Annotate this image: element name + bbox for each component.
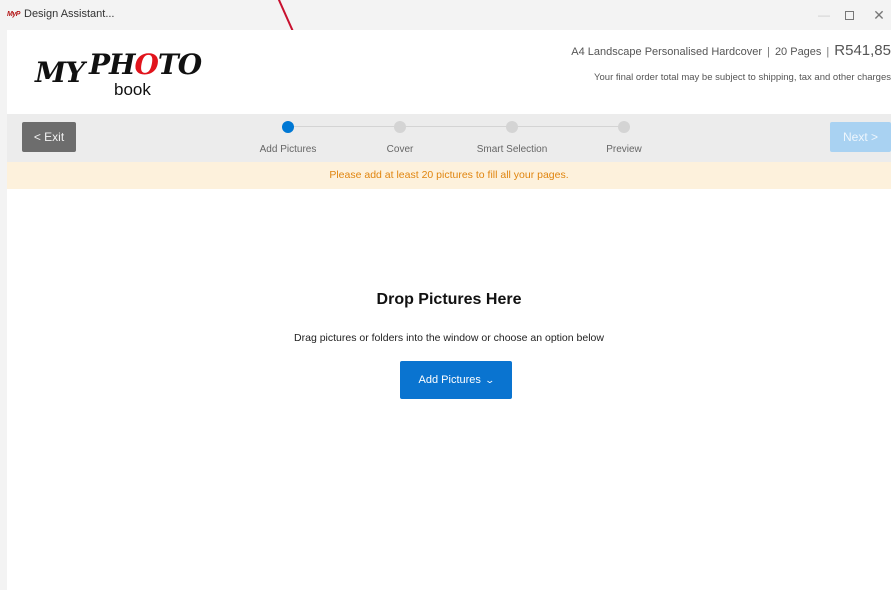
logo-photo: PHOTO [89, 48, 202, 81]
step-dot-cover[interactable] [394, 121, 406, 133]
product-name: A4 Landscape Personalised Hardcover [571, 46, 763, 58]
page-count: 20 Pages [774, 46, 822, 58]
add-pictures-label: Add Pictures [418, 374, 481, 386]
chevron-down-icon: ⌄ [484, 375, 495, 385]
logo-book: book [114, 80, 151, 99]
myphotobook-logo: MY PHOTO book [35, 44, 202, 104]
drop-zone-subtitle: Drag pictures or folders into the window… [294, 332, 604, 344]
close-icon[interactable]: ✕ [868, 4, 890, 26]
drop-zone-title: Drop Pictures Here [376, 291, 522, 308]
add-pictures-button[interactable]: Add Pictures ⌄ [400, 361, 512, 399]
price: R541,85 [834, 42, 891, 59]
shipping-note: Your final order total may be subject to… [594, 72, 891, 83]
step-dot-add-pictures[interactable] [282, 121, 294, 133]
step-label-cover[interactable]: Cover [350, 144, 450, 155]
window-title: Design Assistant... [24, 8, 115, 20]
main-window: MY PHOTO book A4 Landscape Personalised … [7, 30, 891, 590]
separator: | [826, 46, 830, 58]
step-dot-smart-selection[interactable] [506, 121, 518, 133]
step-dot-preview[interactable] [618, 121, 630, 133]
warning-banner: Please add at least 20 pictures to fill … [7, 162, 891, 189]
step-label-preview[interactable]: Preview [574, 144, 674, 155]
logo-my: MY [35, 56, 85, 89]
step-bar: < Exit Add Pictures Cover Smart Selectio… [7, 114, 891, 162]
separator: | [767, 46, 770, 58]
step-track [287, 126, 623, 127]
next-button[interactable]: Next > [830, 122, 891, 152]
header: MY PHOTO book A4 Landscape Personalised … [7, 30, 891, 114]
step-label-smart-selection[interactable]: Smart Selection [462, 144, 562, 155]
minimize-icon[interactable]: — [813, 4, 835, 26]
title-bar: MyP Design Assistant... — ✕ [0, 0, 891, 30]
order-summary: A4 Landscape Personalised Hardcover | 20 P… [571, 42, 891, 59]
maximize-icon[interactable] [838, 4, 860, 26]
step-label-add-pictures[interactable]: Add Pictures [238, 144, 338, 155]
app-logo-icon: MyP [7, 11, 20, 18]
exit-button[interactable]: < Exit [22, 122, 76, 152]
